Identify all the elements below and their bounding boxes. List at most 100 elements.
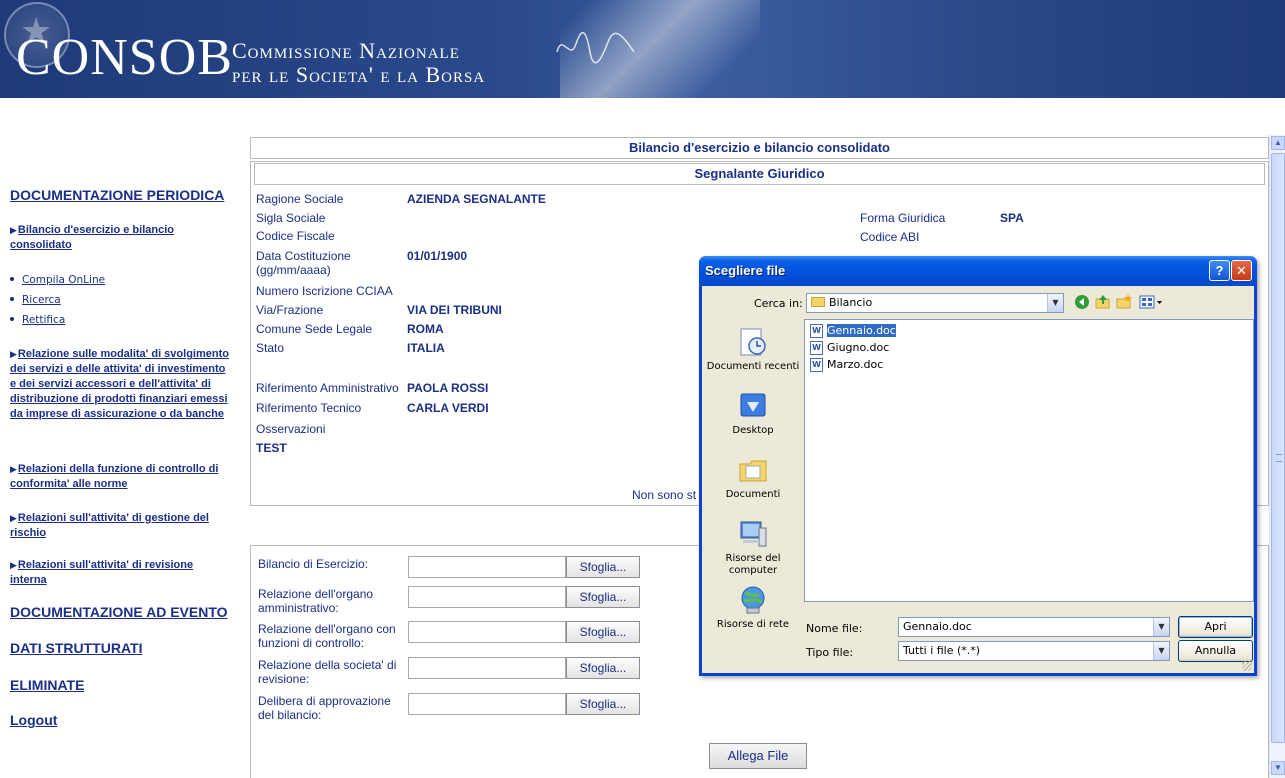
browse-button-societa-revisione[interactable]: Sfoglia... <box>566 657 640 679</box>
nav-rettifica-label: Rettifica <box>22 314 66 326</box>
comune-value: ROMA <box>407 322 444 336</box>
notice-text: Non sono st <box>632 488 697 502</box>
nav-documentazione-evento[interactable]: DOCUMENTAZIONE AD EVENTO <box>10 604 228 620</box>
bullet-icon <box>10 317 14 321</box>
ragione-sociale-label: Ragione Sociale <box>256 192 344 206</box>
upload-label-societa-revisione: Relazione della societa' di revisione: <box>258 658 397 686</box>
rif-tecnico-value: CARLA VERDI <box>407 401 489 415</box>
file-name: Giugno.doc <box>827 341 890 354</box>
browse-button-organo-controllo[interactable]: Sfoglia... <box>566 621 640 643</box>
scroll-down-icon[interactable]: ▼ <box>1271 761 1285 775</box>
file-item[interactable]: W Gennaio.doc <box>809 323 898 339</box>
cancel-button[interactable]: Annulla <box>1178 640 1253 662</box>
open-button[interactable]: Apri <box>1178 616 1253 638</box>
scroll-thumb[interactable] <box>1271 153 1285 743</box>
nav-relazioni-conformita[interactable]: ▶Relazioni della funzione di controllo d… <box>10 462 230 492</box>
codice-abi-label: Codice ABI <box>860 230 920 244</box>
file-name-label: Nome file: <box>806 622 863 635</box>
nav-dati-strutturati[interactable]: DATI STRUTTURATI <box>10 640 142 656</box>
up-folder-icon[interactable] <box>1095 294 1111 310</box>
file-list[interactable]: W Gennaio.doc W Giugno.doc W Marzo.doc <box>804 319 1254 602</box>
codice-fiscale-label: Codice Fiscale <box>256 229 335 243</box>
upload-field-organo-controllo[interactable] <box>408 621 566 643</box>
rif-amministrativo-value: PAOLA ROSSI <box>407 381 489 395</box>
dialog-title: Scegliere file <box>705 263 786 278</box>
place-computer-label: Risorse del computer <box>725 553 781 576</box>
nav-bilancio-label: Bilancio d'esercizio e bilancio consolid… <box>10 224 174 251</box>
close-icon[interactable]: ✕ <box>1231 260 1252 281</box>
upload-field-delibera[interactable] <box>408 693 566 715</box>
chevron-down-icon[interactable]: ▼ <box>1153 642 1169 660</box>
upload-label-organo-controllo: Relazione dell'organo con funzioni di co… <box>258 622 396 650</box>
file-name-input[interactable]: Gennaio.doc ▼ <box>898 617 1170 637</box>
chevron-down-icon[interactable]: ▼ <box>1047 294 1063 312</box>
upload-field-societa-revisione[interactable] <box>408 657 566 679</box>
nav-eliminate[interactable]: ELIMINATE <box>10 677 84 693</box>
file-name: Gennaio.doc <box>827 324 896 337</box>
help-icon[interactable]: ? <box>1209 260 1230 281</box>
via-label: Via/Frazione <box>256 303 324 317</box>
back-icon[interactable] <box>1074 294 1090 310</box>
file-item[interactable]: W Marzo.doc <box>809 357 885 373</box>
place-computer[interactable]: Risorse del computer <box>706 518 800 577</box>
triangle-right-icon: ▶ <box>10 513 17 523</box>
place-documents-label: Documenti <box>725 489 781 500</box>
look-in-combo[interactable]: Bilancio ▼ <box>806 293 1064 313</box>
stato-label: Stato <box>256 341 285 355</box>
data-costituzione-value: 01/01/1900 <box>407 249 468 263</box>
computer-icon <box>740 521 767 547</box>
place-network[interactable]: Risorse di rete <box>706 584 800 631</box>
new-folder-icon[interactable] <box>1116 294 1132 310</box>
nav-relazioni-conformita-label: Relazioni della funzione di controllo di… <box>10 463 219 490</box>
triangle-right-icon: ▶ <box>10 464 17 474</box>
cerca-in-label: Cerca in: <box>754 297 803 310</box>
word-document-icon: W <box>810 358 823 372</box>
nav-rettifica[interactable]: Rettifica <box>10 314 65 326</box>
place-recent-documents[interactable]: Documenti recenti <box>706 326 800 373</box>
vertical-scrollbar[interactable]: ▲ ▼ <box>1269 135 1285 778</box>
allega-file-button[interactable]: Allega File <box>709 743 807 769</box>
chevron-down-icon[interactable]: ▼ <box>1153 618 1169 636</box>
stato-value: ITALIA <box>407 341 445 355</box>
file-type-label: Tipo file: <box>806 646 854 659</box>
left-navigation: DOCUMENTAZIONE PERIODICA ▶Bilancio d'ese… <box>0 98 248 778</box>
nav-relazioni-revisione[interactable]: ▶Relazioni sull'attivita' di revisione i… <box>10 558 230 588</box>
nav-bilancio[interactable]: ▶Bilancio d'esercizio e bilancio consoli… <box>10 223 230 253</box>
brand-name: CONSOB <box>16 29 233 86</box>
nav-relazioni-rischio[interactable]: ▶Relazioni sull'attivita' di gestione de… <box>10 511 230 541</box>
bullet-icon <box>10 297 14 301</box>
place-documents[interactable]: Documenti <box>706 454 800 501</box>
nav-relazione-modalita[interactable]: ▶Relazione sulle modalita' di svolgiment… <box>10 347 230 422</box>
file-name-value: Gennaio.doc <box>903 620 972 633</box>
nav-logout[interactable]: Logout <box>10 712 57 728</box>
file-type-select[interactable]: Tutti i file (*.*) ▼ <box>898 641 1170 661</box>
page-title: Bilancio d'esercizio e bilancio consolid… <box>250 137 1269 159</box>
nav-relazione-modalita-label: Relazione sulle modalita' di svolgimento… <box>10 348 229 420</box>
numero-cciaa-label: Numero Iscrizione CCIAA <box>256 284 393 298</box>
comune-label: Comune Sede Legale <box>256 322 373 336</box>
look-in-value: Bilancio <box>829 296 873 309</box>
recent-documents-icon <box>740 328 766 356</box>
site-header: CONSOB Commissione Nazionale per le Soci… <box>0 0 1285 98</box>
browse-button-organo-amministrativo[interactable]: Sfoglia... <box>566 586 640 608</box>
signature-graphic <box>556 32 635 64</box>
file-chooser-dialog: Scegliere file ? ✕ Cerca in: Bilancio ▼ … <box>699 256 1257 676</box>
nav-ricerca[interactable]: Ricerca <box>10 294 61 306</box>
nav-relazioni-rischio-label: Relazioni sull'attivita' di gestione del… <box>10 512 209 539</box>
place-desktop[interactable]: Desktop <box>706 390 800 437</box>
nav-documentazione-periodica[interactable]: DOCUMENTAZIONE PERIODICA <box>10 187 224 203</box>
browse-button-delibera[interactable]: Sfoglia... <box>566 693 640 715</box>
view-menu-icon[interactable] <box>1139 294 1165 310</box>
triangle-right-icon: ▶ <box>10 225 17 235</box>
upload-label-bilancio: Bilancio di Esercizio: <box>258 557 369 571</box>
scroll-up-icon[interactable]: ▲ <box>1271 136 1285 150</box>
file-item[interactable]: W Giugno.doc <box>809 340 891 356</box>
upload-field-organo-amministrativo[interactable] <box>408 586 566 608</box>
upload-label-delibera: Delibera di approvazione del bilancio: <box>258 694 391 722</box>
dialog-titlebar[interactable]: Scegliere file ? ✕ <box>699 256 1257 286</box>
forma-giuridica-label: Forma Giuridica <box>860 211 946 225</box>
resize-grip-icon[interactable] <box>1242 661 1252 671</box>
upload-field-bilancio[interactable] <box>408 556 566 578</box>
browse-button-bilancio[interactable]: Sfoglia... <box>566 556 640 578</box>
nav-compila-online[interactable]: Compila OnLine <box>10 274 105 286</box>
